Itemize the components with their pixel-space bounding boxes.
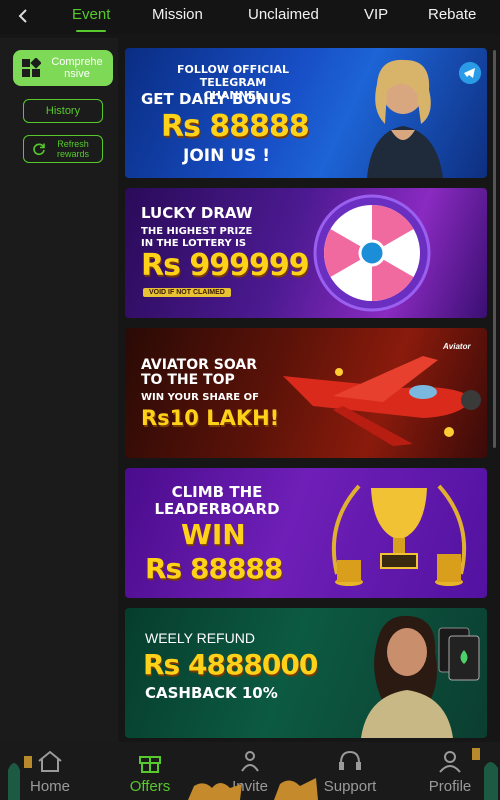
lucky-draw-title: LUCKY DRAW: [141, 204, 253, 222]
tabs: Event Mission Unclaimed VIP Rebate: [52, 0, 500, 34]
tab-event[interactable]: Event: [72, 0, 110, 34]
profile-icon: [439, 751, 461, 773]
aviator-amount: Rs10 LAKH!: [141, 406, 280, 430]
refresh-rewards-button[interactable]: Refresh rewards: [23, 135, 103, 163]
airplane-illustration: [283, 356, 481, 446]
top-tab-bar: Event Mission Unclaimed VIP Rebate: [0, 0, 500, 34]
nav-home[interactable]: Home: [10, 742, 90, 800]
refresh-rewards-label: Refresh rewards: [56, 139, 89, 159]
home-icon: [38, 750, 62, 772]
sidebar: Comprehe nsive History Refresh rewards: [0, 38, 118, 742]
aviator-logo: Aviator: [443, 342, 471, 351]
grid-icon: [22, 58, 41, 77]
refund-cashback: CASHBACK 10%: [145, 684, 278, 702]
trophy-icon: [331, 484, 467, 586]
lucky-draw-banner[interactable]: LUCKY DRAW THE HIGHEST PRIZE IN THE LOTT…: [125, 188, 487, 318]
tab-unclaimed[interactable]: Unclaimed: [248, 0, 319, 34]
tab-mission[interactable]: Mission: [152, 0, 203, 34]
telegram-bonus-banner[interactable]: FOLLOW OFFICIAL TELEGRAM CHANNEL GET DAI…: [125, 48, 487, 178]
aviator-title: AVIATOR SOAR TO THE TOP: [141, 357, 258, 388]
history-button[interactable]: History: [23, 99, 103, 123]
leaderboard-amount: Rs 88888: [145, 552, 283, 585]
lucky-draw-amount: Rs 999999: [141, 248, 310, 283]
nav-profile-label: Profile: [428, 778, 472, 795]
refund-title: WEELY REFUND: [145, 630, 255, 646]
prize-wheel-icon: [313, 194, 431, 312]
refund-amount: Rs 4888000: [143, 648, 318, 681]
gift-icon: [139, 756, 161, 773]
refresh-icon: [33, 143, 45, 156]
nav-offers[interactable]: Offers: [110, 742, 190, 800]
back-button[interactable]: [12, 5, 34, 27]
lucky-draw-subtitle: THE HIGHEST PRIZE IN THE LOTTERY IS: [141, 226, 253, 249]
tab-rebate[interactable]: Rebate: [428, 0, 476, 34]
nav-home-label: Home: [29, 778, 70, 795]
aviator-banner[interactable]: AVIATOR SOAR TO THE TOP WIN YOUR SHARE O…: [125, 328, 487, 458]
weekly-refund-banner[interactable]: WEELY REFUND Rs 4888000 CASHBACK 10%: [125, 608, 487, 738]
aviator-subtitle: WIN YOUR SHARE OF: [141, 392, 259, 403]
tab-vip[interactable]: VIP: [364, 0, 388, 34]
woman-illustration: [367, 59, 443, 178]
comprehensive-button[interactable]: Comprehe nsive: [13, 50, 113, 86]
comprehensive-label: Comprehe nsive: [51, 56, 103, 80]
telegram-banner-cta: JOIN US !: [183, 146, 270, 166]
lantern-decoration-icon: [472, 748, 498, 800]
camel-decoration-icon: [188, 783, 242, 800]
promo-banner-list: FOLLOW OFFICIAL TELEGRAM CHANNEL GET DAI…: [125, 48, 487, 748]
app-root: Event Mission Unclaimed VIP Rebate Compr…: [0, 0, 500, 800]
leaderboard-banner[interactable]: CLIMB THE LEADERBOARD WIN Rs 88888: [125, 468, 487, 598]
invite-icon: [241, 751, 259, 772]
playing-cards-icon: [438, 627, 480, 681]
nav-support[interactable]: Support: [310, 742, 390, 800]
telegram-icon: [459, 62, 481, 84]
telegram-banner-line2: GET DAILY BONUS: [141, 90, 292, 108]
void-if-not-claimed-label: VOID IF NOT CLAIMED: [143, 288, 231, 297]
telegram-banner-amount: Rs 88888: [161, 109, 310, 144]
headset-icon: [339, 750, 361, 770]
nav-support-label: Support: [323, 778, 377, 795]
leaderboard-win-label: WIN: [181, 518, 246, 551]
chevron-left-icon: [18, 9, 27, 23]
nav-offers-label: Offers: [129, 778, 171, 795]
leaderboard-title: CLIMB THE LEADERBOARD: [154, 483, 280, 518]
scrollbar[interactable]: [493, 50, 496, 448]
bottom-navigation: Home Offers Invite Support Profile: [0, 742, 500, 800]
